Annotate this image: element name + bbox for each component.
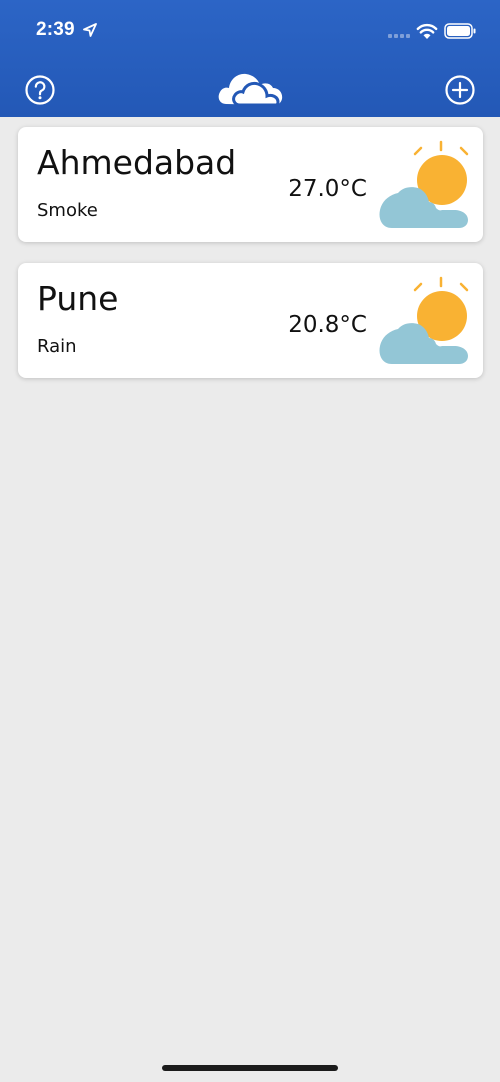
partly-cloudy-icon bbox=[379, 140, 469, 228]
temperature: 20.8°C bbox=[288, 312, 367, 338]
add-city-button[interactable] bbox=[444, 74, 476, 106]
status-bar: 2:39 bbox=[0, 0, 500, 62]
wifi-icon bbox=[416, 23, 438, 39]
partly-cloudy-icon bbox=[379, 276, 469, 364]
app-header: 2:39 bbox=[0, 0, 500, 117]
location-arrow-icon bbox=[83, 23, 97, 37]
cloud-logo-icon bbox=[218, 73, 283, 107]
home-indicator[interactable] bbox=[162, 1065, 338, 1071]
city-card-pune[interactable]: Pune Rain 20.8°C bbox=[18, 263, 483, 378]
status-time: 2:39 bbox=[36, 19, 75, 40]
battery-icon bbox=[444, 23, 476, 39]
city-card-ahmedabad[interactable]: Ahmedabad Smoke 27.0°C bbox=[18, 127, 483, 242]
cellular-signal-icon bbox=[388, 34, 410, 38]
city-name: Ahmedabad bbox=[37, 143, 237, 182]
weather-condition: Rain bbox=[37, 336, 77, 357]
city-name: Pune bbox=[37, 279, 119, 318]
help-button[interactable] bbox=[24, 74, 56, 106]
weather-condition: Smoke bbox=[37, 200, 98, 221]
temperature: 27.0°C bbox=[288, 176, 367, 202]
